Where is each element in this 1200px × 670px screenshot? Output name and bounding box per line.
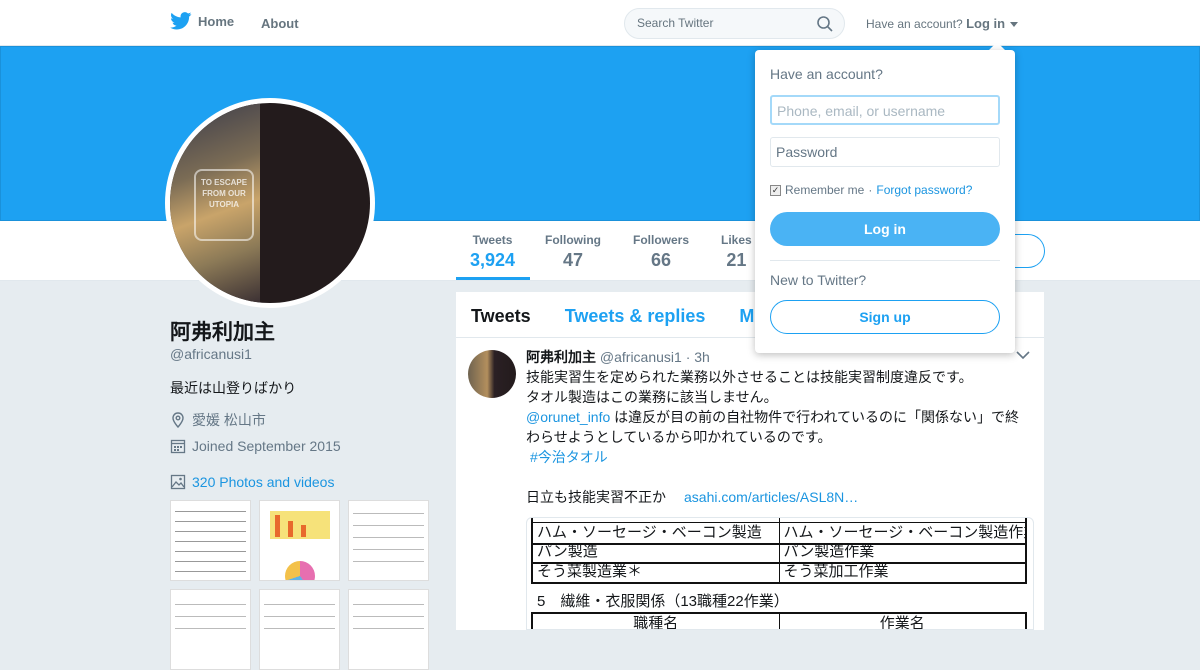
profile-name[interactable]: 阿弗利加主 xyxy=(170,316,275,346)
profile-avatar[interactable]: TO ESCAPE FROM OUR UTOPIA xyxy=(165,98,375,308)
tweet-text: 技能実習生を定められた業務以外させることは技能実習制度違反です。 タオル製造はこ… xyxy=(526,367,1026,507)
tweet-line: 日立も技能実習不正か asahi.com/articles/ASL8N… xyxy=(526,487,1026,507)
photo-thumbnail[interactable] xyxy=(348,500,429,581)
tab-media[interactable]: M xyxy=(739,306,754,337)
remember-me-row: ✓ Remember me · Forgot password? xyxy=(770,183,972,197)
location-text: 愛媛 松山市 xyxy=(192,412,266,428)
profile-handle[interactable]: @africanusi1 xyxy=(170,346,252,362)
tweet-time[interactable]: · 3h xyxy=(686,349,710,365)
search-placeholder: Search Twitter xyxy=(637,16,714,30)
account-menu[interactable]: Have an account? Log in xyxy=(866,16,1019,31)
search-input[interactable]: Search Twitter xyxy=(624,8,845,39)
stat-value: 66 xyxy=(650,250,672,270)
table-header-cell: 作業名 xyxy=(879,615,925,630)
signup-button[interactable]: Sign up xyxy=(770,300,1000,334)
chevron-down-icon[interactable] xyxy=(1016,350,1030,360)
stat-tweets[interactable]: Tweets 3,924 xyxy=(470,233,515,271)
tweet-line-text: 日立も技能実習不正か xyxy=(526,489,666,505)
location-pin-icon xyxy=(172,412,184,428)
tweet-line: タオル製造はこの業務に該当しません。 xyxy=(526,389,778,405)
search-icon[interactable] xyxy=(816,15,834,33)
remember-label[interactable]: Remember me xyxy=(785,183,864,197)
divider xyxy=(770,260,1000,261)
stat-likes[interactable]: Likes 21 xyxy=(721,233,752,271)
mention-link[interactable]: @orunet_info xyxy=(526,409,610,425)
tweet-line: @orunet_info は違反が目の前の自社物件で行われているのに「関係ない」… xyxy=(526,407,1026,447)
tweet-avatar[interactable] xyxy=(468,350,516,398)
calendar-icon xyxy=(170,439,186,454)
login-dropdown: Have an account? Phone, email, or userna… xyxy=(755,50,1015,353)
tab-tweets[interactable]: Tweets xyxy=(471,306,531,337)
username-placeholder: Phone, email, or username xyxy=(777,103,946,119)
table-header-row: 職種名 作業名 xyxy=(531,612,1027,630)
top-bar: Home About Search Twitter Have an accoun… xyxy=(0,0,1200,46)
profile-bio: 最近は山登りばかり xyxy=(170,380,297,396)
username-field[interactable]: Phone, email, or username xyxy=(770,95,1000,125)
password-placeholder: Password xyxy=(776,144,838,160)
password-field[interactable]: Password xyxy=(770,137,1000,167)
login-button[interactable]: Log in xyxy=(770,212,1000,246)
stat-label: Likes xyxy=(721,233,752,247)
table-cell: ハム・ソーセージ・ベーコン製造作業 xyxy=(783,524,1026,541)
nav-home[interactable]: Home xyxy=(170,12,234,30)
twitter-bird-icon xyxy=(170,12,192,30)
stat-value: 21 xyxy=(726,250,747,270)
tweet-author-handle[interactable]: @africanusi1 xyxy=(600,349,682,365)
photo-thumbnail[interactable] xyxy=(259,500,340,581)
tweet-author-name[interactable]: 阿弗利加主 xyxy=(526,349,596,365)
tweet-header: 阿弗利加主 @africanusi1 · 3h xyxy=(526,347,710,367)
image-icon xyxy=(170,474,186,490)
table-header-cell: 職種名 xyxy=(533,614,780,629)
avatar-sign: TO ESCAPE FROM OUR UTOPIA xyxy=(194,169,254,241)
nav-about[interactable]: About xyxy=(261,16,299,31)
tab-tweets-replies[interactable]: Tweets & replies xyxy=(565,306,706,337)
photos-label: 320 Photos and videos xyxy=(192,474,335,490)
photos-videos-link[interactable]: 320 Photos and videos xyxy=(170,474,334,490)
stat-following[interactable]: Following 47 xyxy=(545,233,601,271)
tweet-spacer xyxy=(526,467,1026,487)
profile-location: 愛媛 松山市 xyxy=(170,410,266,430)
caret-down-icon xyxy=(1010,22,1019,28)
avatar-image: TO ESCAPE FROM OUR UTOPIA xyxy=(170,103,370,303)
joined-text: Joined September 2015 xyxy=(192,438,341,454)
tweet-line: 技能実習生を定められた業務以外させることは技能実習制度違反です。 xyxy=(526,369,973,385)
login-menu-label[interactable]: Log in xyxy=(966,16,1005,31)
table-cell: そう菜製造業＊ xyxy=(533,562,780,582)
stat-label: Following xyxy=(545,233,601,247)
stat-followers[interactable]: Followers 66 xyxy=(633,233,689,271)
article-link[interactable]: asahi.com/articles/ASL8N… xyxy=(684,489,858,505)
table-cell: パン製造 xyxy=(533,542,780,562)
table-cell: そう菜加工作業 xyxy=(783,563,889,580)
table-row: パン製造 パン製造作業 xyxy=(531,542,1027,564)
hashtag-link[interactable]: #今治タオル xyxy=(530,449,608,465)
stat-value: 47 xyxy=(562,250,584,270)
stat-label: Tweets xyxy=(472,233,513,247)
profile-joined: Joined September 2015 xyxy=(170,438,341,454)
nav-home-label: Home xyxy=(198,13,235,29)
new-to-twitter-label: New to Twitter? xyxy=(770,272,867,288)
table-section-title: 5 繊維・衣服関係（13職種22作業） xyxy=(537,593,789,610)
table-row: そう菜製造業＊ そう菜加工作業 xyxy=(531,562,1027,584)
stat-value: 3,924 xyxy=(470,250,516,270)
separator-dot: · xyxy=(868,183,873,197)
stat-label: Followers xyxy=(633,233,690,247)
table-cell: パン製造作業 xyxy=(783,543,875,560)
photo-thumbnail[interactable] xyxy=(170,500,251,581)
remember-checkbox[interactable]: ✓ xyxy=(770,184,781,196)
account-prompt: Have an account? xyxy=(866,17,963,31)
tweet-line: #今治タオル xyxy=(526,447,1026,467)
table-cell: ハム・ソーセージ・ベーコン製造 xyxy=(533,523,780,543)
dropdown-title: Have an account? xyxy=(770,66,883,82)
active-stat-underline xyxy=(456,277,530,280)
forgot-password-link[interactable]: Forgot password? xyxy=(876,183,972,197)
tweet-image[interactable]: ハム・ソーセージ・ベーコン製造 ハム・ソーセージ・ベーコン製造作業 パン製造 パ… xyxy=(526,517,1034,630)
photo-grid xyxy=(170,500,430,670)
